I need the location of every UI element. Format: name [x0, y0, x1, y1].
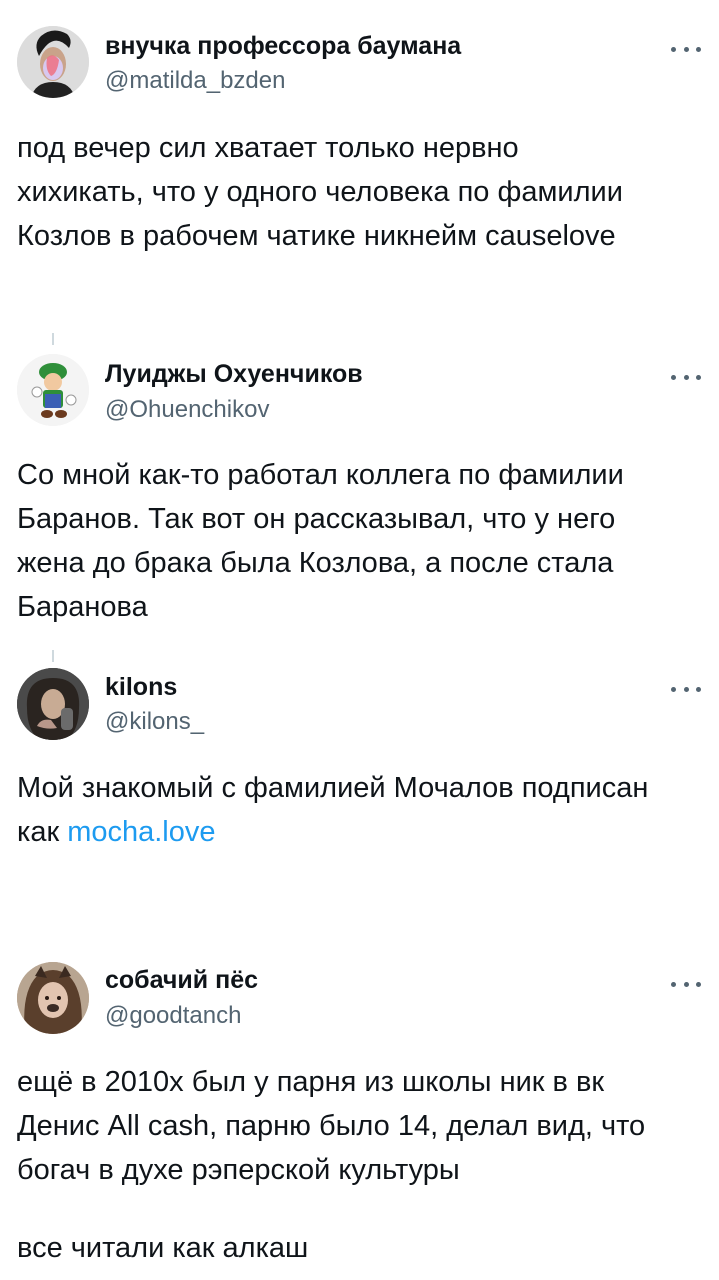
more-icon[interactable] [671, 978, 701, 990]
tweet-text-last: все читали как алкаш [17, 1226, 707, 1270]
tweet-text: Со мной как-то работал коллега по фамили… [17, 453, 707, 629]
author-name[interactable]: собачий пёс [105, 966, 258, 995]
tweet-1: внучка профессора баумана @matilda_bzden… [0, 0, 719, 320]
tweet-2: Луиджы Охуенчиков @Ohuenchikov Со мной к… [0, 340, 719, 640]
tweet-text: Мой знакомый с фамилией Мочалов подписан… [17, 766, 707, 854]
avatar-image [17, 354, 89, 426]
tweet-line: Баранов. Так вот он рассказывал, что у н… [17, 503, 616, 535]
tweet-4: собачий пёс @goodtanch ещё в 2010х был у… [0, 950, 719, 1280]
tweet-text: ещё в 2010х был у парня из школы ник в в… [17, 1060, 707, 1192]
tweet-line: богач в духе рэперской культуры [17, 1154, 460, 1186]
mention-link[interactable]: mocha.love [67, 816, 215, 848]
tweet-line: ещё в 2010х был у парня из школы ник в в… [17, 1066, 605, 1098]
author-handle[interactable]: @kilons_ [105, 708, 204, 736]
avatar-image [17, 668, 89, 740]
tweet-line: Со мной как-то работал коллега по фамили… [17, 459, 624, 491]
tweet-line: Мой знакомый с фамилией Мочалов подписан [17, 772, 649, 804]
tweet-line: Баранова [17, 591, 148, 623]
tweet-3: kilons @kilons_ Мой знакомый с фамилией … [0, 658, 719, 938]
tweet-line: хихикать, что у одного человека по фамил… [17, 176, 623, 208]
avatar[interactable] [17, 354, 89, 426]
avatar-image [17, 26, 89, 98]
author-handle[interactable]: @matilda_bzden [105, 67, 285, 95]
author-name[interactable]: внучка профессора баумана [105, 32, 461, 61]
tweet-line: как mocha.love [17, 810, 707, 854]
tweet-line: жена до брака была Козлова, а после стал… [17, 547, 614, 579]
tweet-line: под вечер сил хватает только нервно [17, 132, 519, 164]
more-icon[interactable] [671, 683, 701, 695]
author-name[interactable]: kilons [105, 673, 177, 702]
avatar-image [17, 962, 89, 1034]
tweet-line: Козлов в рабочем чатике никнейм causelov… [17, 220, 616, 252]
avatar[interactable] [17, 668, 89, 740]
more-icon[interactable] [671, 371, 701, 383]
tweet-line: все читали как алкаш [17, 1232, 309, 1264]
avatar[interactable] [17, 962, 89, 1034]
author-handle[interactable]: @Ohuenchikov [105, 396, 269, 424]
tweet-line: Денис All cash, парню было 14, делал вид… [17, 1110, 646, 1142]
author-handle[interactable]: @goodtanch [105, 1002, 241, 1030]
author-name[interactable]: Луиджы Охуенчиков [105, 360, 363, 389]
tweet-text: под вечер сил хватает только нервно хихи… [17, 126, 707, 258]
tweet-text-prefix: как [17, 816, 68, 848]
avatar[interactable] [17, 26, 89, 98]
more-icon[interactable] [671, 43, 701, 55]
